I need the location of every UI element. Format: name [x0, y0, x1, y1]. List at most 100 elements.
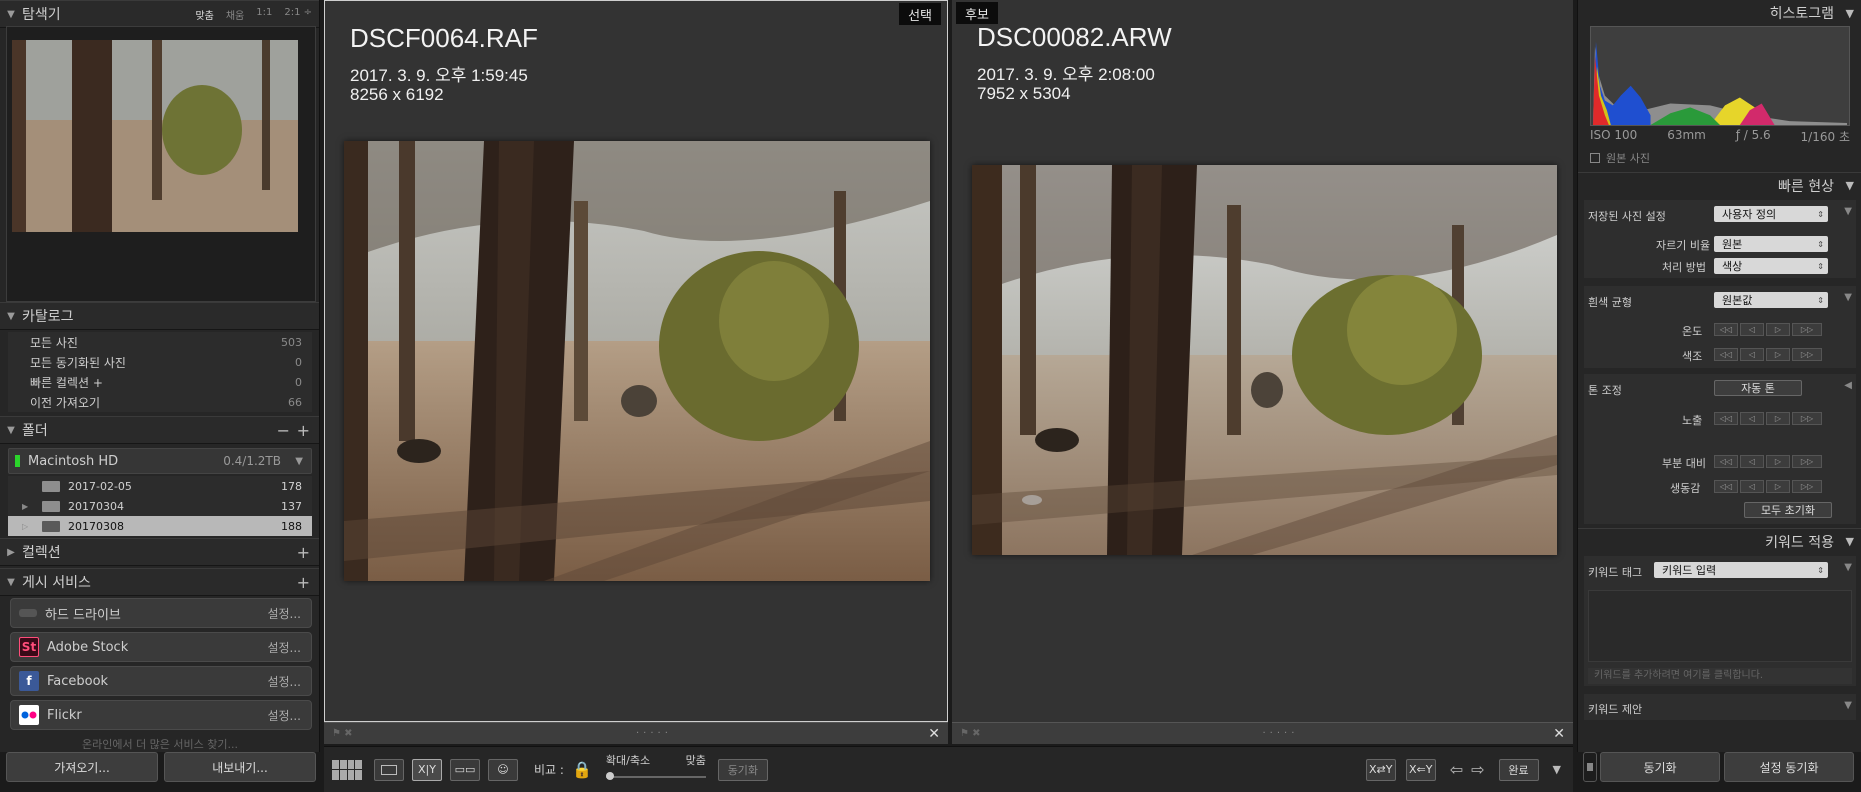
service-hard-drive[interactable]: 하드 드라이브 설정...	[10, 598, 312, 628]
zoom-fill[interactable]: 채움	[226, 7, 244, 22]
collapse-icon: ▼	[1845, 535, 1854, 548]
folder-row[interactable]: ▶ 20170304 137	[8, 496, 312, 516]
sync-button[interactable]: 동기화	[1600, 752, 1720, 782]
zoom-slider-thumb[interactable]	[605, 771, 614, 780]
keyword-suggestions-section[interactable]: 키워드 제안 ▼	[1584, 694, 1856, 720]
add-folder-icon[interactable]: +	[297, 421, 310, 440]
histogram-header[interactable]: 히스토그램 ▼	[1578, 0, 1861, 26]
zoom-1-1[interactable]: 1:1	[256, 7, 272, 22]
navigator-zoom-options[interactable]: 맞춤 채움 1:1 2:1 ÷	[195, 7, 312, 22]
zoom-fit[interactable]: 맞춤	[195, 7, 213, 22]
compare-view-icon[interactable]: X|Y	[412, 758, 442, 781]
checkbox-icon[interactable]	[1590, 153, 1600, 163]
white-balance-select[interactable]: 원본값 ⇕	[1714, 292, 1828, 308]
crop-ratio-select[interactable]: 원본 ⇕	[1714, 236, 1828, 252]
service-settings[interactable]: 설정...	[267, 707, 301, 724]
select-info-strip[interactable]: ⚑ ✖ ····· ✕	[324, 722, 948, 744]
auto-tone-button[interactable]: 자동 톤	[1714, 380, 1802, 396]
expand-icon[interactable]: ▼	[1844, 562, 1852, 573]
close-icon[interactable]: ✕	[928, 726, 940, 742]
candidate-photo[interactable]	[972, 165, 1557, 555]
service-settings[interactable]: 설정...	[267, 673, 301, 690]
expand-icon[interactable]: ▶	[8, 502, 28, 511]
sync-settings-button[interactable]: 설정 동기화	[1724, 752, 1854, 782]
export-button[interactable]: 내보내기...	[164, 752, 316, 782]
keywording-header[interactable]: 키워드 적용 ▼	[1578, 528, 1861, 554]
grid-view-icon[interactable]	[332, 759, 362, 780]
navigator-thumbnail[interactable]	[12, 40, 298, 232]
find-more-services-link[interactable]: 온라인에서 더 많은 서비스 찾기...	[0, 738, 319, 752]
histogram-graph[interactable]	[1590, 26, 1850, 126]
collapse-icon[interactable]: ◀	[1844, 380, 1852, 391]
add-service-icon[interactable]: +	[297, 573, 310, 592]
candidate-info-strip[interactable]: ⚑ ✖ ····· ✕	[952, 722, 1573, 744]
select-photo[interactable]	[344, 141, 930, 581]
service-facebook[interactable]: f Facebook 설정...	[10, 666, 312, 696]
expand-icon[interactable]: ▷	[8, 522, 28, 531]
lightroom-window: ▼ 탐색기 맞춤 채움 1:1 2:1 ÷ ▼ 카탈로그 모든 사진 503 모든	[0, 0, 1861, 792]
dropdown-icon[interactable]: ▼	[295, 456, 303, 467]
people-view-icon[interactable]: ☺	[488, 758, 518, 781]
catalog-item[interactable]: 모든 동기화된 사진 0	[8, 352, 312, 372]
service-settings[interactable]: 설정...	[267, 639, 301, 656]
toolbar-options-icon[interactable]: ▼	[1553, 763, 1561, 776]
clarity-buttons[interactable]: ◁◁ ◁ ▷ ▷▷	[1714, 455, 1822, 468]
add-collection-icon[interactable]: +	[297, 543, 310, 562]
sync-toggle-button[interactable]: 동기화	[717, 758, 768, 781]
remove-folder-icon[interactable]: −	[277, 421, 290, 440]
folder-icon	[42, 520, 60, 532]
lock-icon[interactable]: 🔒	[572, 760, 592, 779]
publish-services-header[interactable]: ▼ 게시 서비스 +	[0, 568, 319, 596]
rating-dots[interactable]: ·····	[1263, 728, 1299, 739]
expand-icon[interactable]: ▼	[1844, 292, 1852, 303]
swap-icon[interactable]: X⇄Y	[1365, 758, 1396, 781]
auto-sync-toggle[interactable]	[1583, 752, 1597, 782]
flag-icon[interactable]: ⚑ ✖	[332, 728, 353, 739]
close-icon[interactable]: ✕	[1553, 726, 1565, 742]
original-photo-toggle[interactable]: 원본 사진	[1590, 150, 1650, 166]
service-flickr[interactable]: Flickr 설정...	[10, 700, 312, 730]
histogram-info: ISO 100 63mm ƒ / 5.6 1/160 초	[1590, 128, 1850, 145]
catalog-item[interactable]: 모든 사진 503	[8, 332, 312, 352]
temperature-buttons[interactable]: ◁◁ ◁ ▷ ▷▷	[1714, 323, 1822, 336]
collections-header[interactable]: ▶ 컬렉션 +	[0, 538, 319, 566]
loupe-view-icon[interactable]	[374, 758, 404, 781]
candidate-pane[interactable]: 후보 DSC00082.ARW 2017. 3. 9. 오후 2:08:00 7…	[952, 0, 1573, 722]
expand-icon[interactable]: ▼	[1844, 700, 1852, 711]
flag-icon[interactable]: ⚑ ✖	[960, 728, 981, 739]
tint-buttons[interactable]: ◁◁ ◁ ▷ ▷▷	[1714, 348, 1822, 361]
catalog-header[interactable]: ▼ 카탈로그	[0, 302, 319, 330]
select-pane[interactable]: 선택 DSCF0064.RAF 2017. 3. 9. 오후 1:59:45 8…	[324, 0, 948, 722]
treatment-select[interactable]: 색상 ⇕	[1714, 258, 1828, 274]
service-adobe-stock[interactable]: St Adobe Stock 설정...	[10, 632, 312, 662]
exposure-buttons[interactable]: ◁◁ ◁ ▷ ▷▷	[1714, 412, 1822, 425]
keywording-title: 키워드 적용	[1765, 534, 1834, 551]
reset-all-button[interactable]: 모두 초기화	[1744, 502, 1832, 518]
survey-view-icon[interactable]: ▭▭	[450, 758, 480, 781]
catalog-item[interactable]: 빠른 컬렉션 +0	[8, 372, 312, 392]
next-arrow-icon[interactable]: ⇨	[1471, 760, 1484, 779]
done-button[interactable]: 완료	[1498, 758, 1539, 781]
zoom-2-1[interactable]: 2:1 ÷	[284, 7, 312, 22]
saved-preset-select[interactable]: 사용자 정의 ⇕	[1714, 206, 1828, 222]
zoom-control[interactable]: 확대/축소 맞춤	[605, 752, 706, 788]
quick-develop-header[interactable]: 빠른 현상 ▼	[1578, 172, 1861, 198]
import-button[interactable]: 가져오기...	[6, 752, 158, 782]
vibrance-buttons[interactable]: ◁◁ ◁ ▷ ▷▷	[1714, 480, 1822, 493]
expand-icon[interactable]: ▼	[1844, 206, 1852, 217]
keyword-input[interactable]: 키워드를 추가하려면 여기를 클릭합니다.	[1588, 668, 1852, 684]
make-select-icon[interactable]: X⇐Y	[1405, 758, 1436, 781]
navigator-header[interactable]: ▼ 탐색기 맞춤 채움 1:1 2:1 ÷	[0, 0, 319, 28]
previous-arrow-icon[interactable]: ⇦	[1450, 760, 1463, 779]
folder-row-selected[interactable]: ▷ 20170308 188	[8, 516, 312, 536]
zoom-slider[interactable]	[605, 775, 706, 778]
keyword-text-area[interactable]	[1588, 590, 1852, 662]
service-settings[interactable]: 설정...	[267, 605, 301, 622]
keyword-tags-select[interactable]: 키워드 입력 ⇕	[1654, 562, 1828, 578]
folder-row[interactable]: 2017-02-05 178	[8, 476, 312, 496]
rating-dots[interactable]: ·····	[636, 728, 672, 739]
catalog-item[interactable]: 이전 가져오기 66	[8, 392, 312, 412]
folders-header[interactable]: ▼ 폴더 − +	[0, 416, 319, 444]
quick-develop-title: 빠른 현상	[1778, 178, 1834, 195]
volume-macintosh-hd[interactable]: Macintosh HD 0.4/1.2TB ▼	[8, 448, 312, 474]
